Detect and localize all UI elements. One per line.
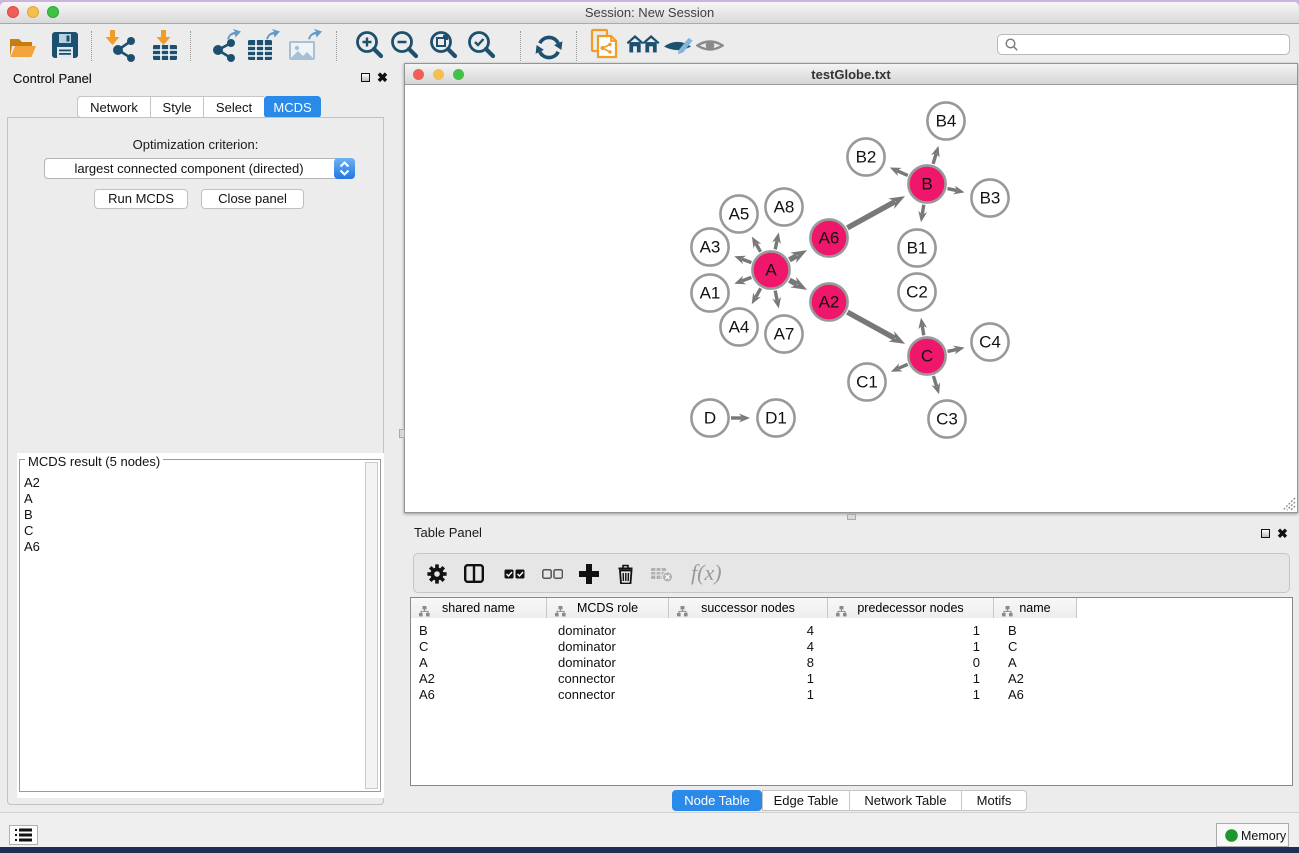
svg-text:B3: B3 xyxy=(980,189,1001,208)
svg-text:D: D xyxy=(704,409,716,428)
svg-text:B4: B4 xyxy=(936,112,957,131)
svg-text:A3: A3 xyxy=(700,238,721,257)
svg-text:C1: C1 xyxy=(856,373,878,392)
svg-text:A: A xyxy=(765,261,777,280)
svg-text:A4: A4 xyxy=(729,318,750,337)
svg-text:B1: B1 xyxy=(907,239,928,258)
svg-text:A8: A8 xyxy=(774,198,795,217)
svg-text:C: C xyxy=(921,347,933,366)
svg-text:B: B xyxy=(921,175,932,194)
svg-text:A5: A5 xyxy=(729,205,750,224)
svg-text:D1: D1 xyxy=(765,409,787,428)
svg-text:A6: A6 xyxy=(819,229,840,248)
svg-text:B2: B2 xyxy=(856,148,877,167)
svg-text:A2: A2 xyxy=(819,293,840,312)
svg-text:C3: C3 xyxy=(936,410,958,429)
svg-text:A7: A7 xyxy=(774,325,795,344)
svg-text:C2: C2 xyxy=(906,283,928,302)
svg-text:C4: C4 xyxy=(979,333,1001,352)
svg-text:A1: A1 xyxy=(700,284,721,303)
